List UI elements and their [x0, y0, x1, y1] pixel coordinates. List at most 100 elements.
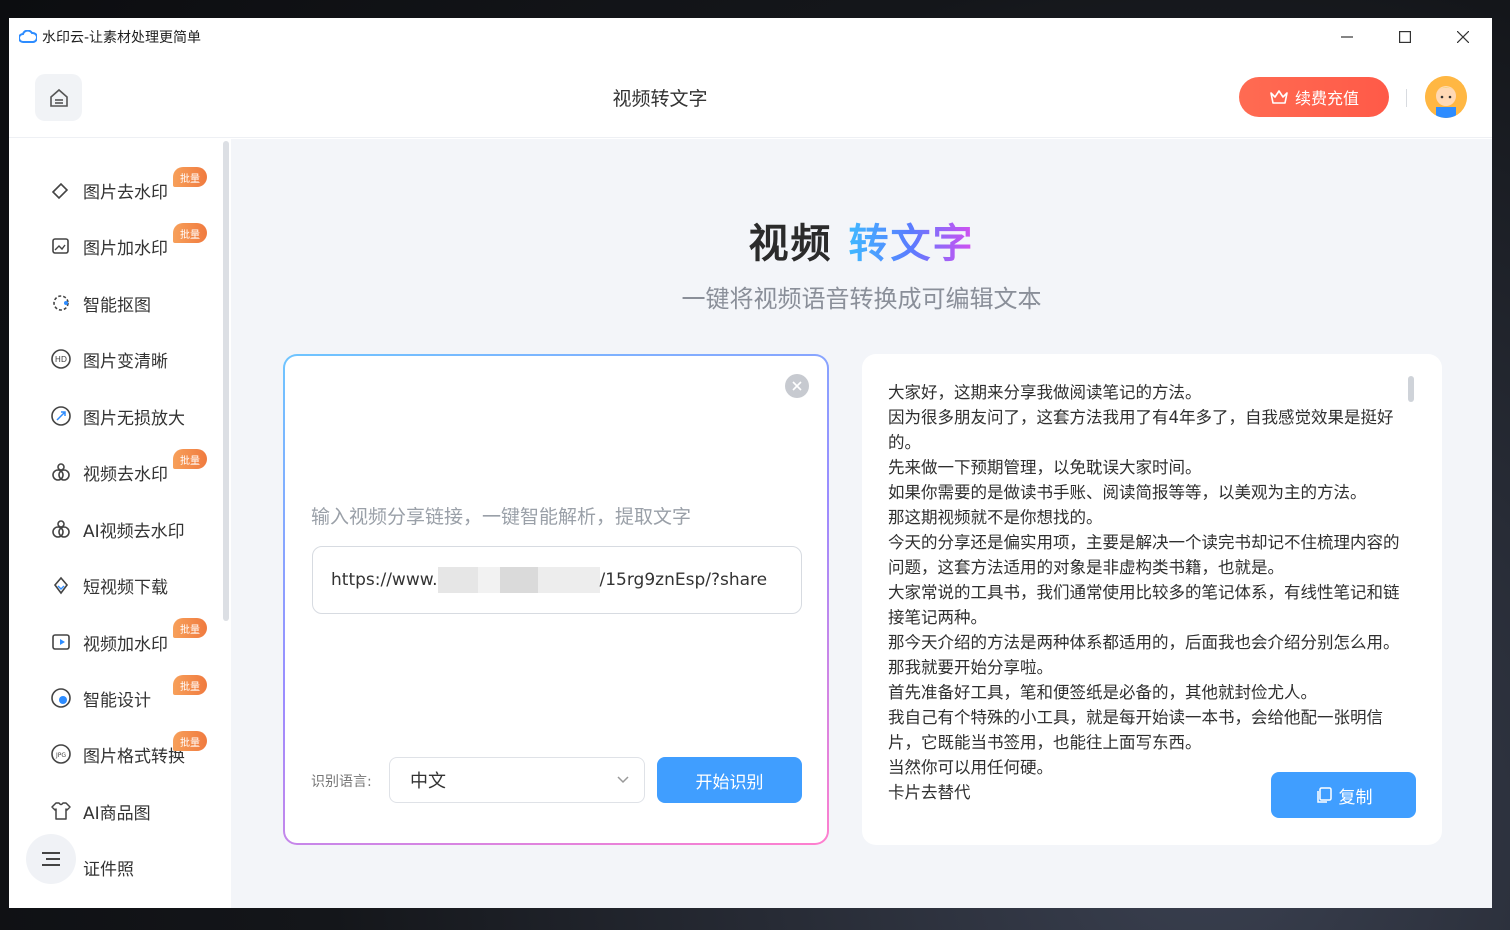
page-title: 视频转文字: [612, 88, 708, 110]
design-icon: [49, 686, 73, 710]
cloud-logo-icon: [18, 27, 38, 47]
sidebar-item-label: 视频加水印: [83, 634, 168, 655]
shirt-icon: [49, 799, 73, 823]
menu-collapse-icon: [42, 852, 60, 866]
download-icon: [49, 573, 73, 597]
language-label: 识别语言:: [311, 774, 372, 790]
sidebar-item-image-sharpen[interactable]: HD 图片变清晰: [49, 344, 168, 374]
sidebar-item-smart-design[interactable]: 智能设计: [49, 683, 151, 713]
video-add-icon: [49, 630, 73, 654]
sidebar-item-label: 图片无损放大: [83, 408, 185, 429]
result-card: 大家好，这期来分享我做阅读笔记的方法。因为很多朋友问了，这套方法我用了有4年多了…: [862, 354, 1442, 845]
language-select[interactable]: 中文: [389, 757, 645, 803]
eraser-icon: [49, 178, 73, 202]
sidebar-scrollbar[interactable]: [223, 141, 229, 621]
result-scrollbar[interactable]: [1408, 376, 1414, 402]
url-suffix: /15rg9znEsp/?share: [599, 570, 768, 590]
transcript-line: 今天的分享还是偏实用项，主要是解决一个读完书却记不住梳理内容的问题，这套方法适用…: [888, 533, 1400, 577]
app-title: 水印云-让素材处理更简单: [42, 30, 202, 46]
start-recognition-button[interactable]: 开始识别: [657, 757, 802, 803]
copy-button[interactable]: 复制: [1271, 772, 1416, 818]
redacted-url-mask: [437, 567, 600, 593]
maximize-button[interactable]: [1376, 18, 1434, 56]
batch-badge: 批量: [173, 675, 207, 695]
sidebar-item-smart-cutout[interactable]: 智能抠图: [49, 288, 151, 318]
copy-icon: [1316, 787, 1332, 803]
transcript-line: 那今天介绍的方法是两种体系都适用的，后面我也会介绍分别怎么用。: [888, 633, 1400, 652]
sidebar-item-label: 图片变清晰: [83, 351, 168, 372]
video-eraser-icon: [49, 460, 73, 484]
sidebar-item-label: 短视频下载: [83, 577, 168, 598]
svg-text:HD: HD: [55, 355, 67, 364]
header-divider: [1406, 89, 1407, 107]
batch-badge: 批量: [173, 223, 207, 243]
cutout-icon: [49, 291, 73, 315]
copy-label: 复制: [1338, 787, 1373, 808]
sidebar-item-label: 图片格式转换: [83, 746, 185, 767]
hero-subtitle: 一键将视频语音转换成可编辑文本: [681, 285, 1042, 313]
maximize-icon: [1399, 31, 1411, 43]
transcript-line: 那这期视频就不是你想找的。: [888, 508, 1103, 527]
transcript-line: 首先准备好工具，笔和便签纸是必备的，其他就封俭尤人。: [888, 683, 1317, 702]
batch-badge: 批量: [173, 167, 207, 187]
transcript-line: 先来做一下预期管理，以免耽误大家时间。: [888, 458, 1202, 477]
sidebar: 图片去水印 批量 图片加水印 批量 智能抠图 HD 图片变清晰 图片无损放大 视…: [9, 139, 231, 908]
sidebar-item-image-watermark-add[interactable]: 图片加水印: [49, 231, 168, 261]
batch-badge: 批量: [173, 449, 207, 469]
clear-button[interactable]: [785, 374, 809, 398]
sidebar-item-label: 视频去水印: [83, 464, 168, 485]
sidebar-item-label: AI视频去水印: [83, 521, 185, 542]
window-controls: [1318, 18, 1492, 56]
close-icon: [792, 381, 802, 391]
transcript-line: 因为很多朋友问了，这套方法我用了有4年多了，自我感觉效果是挺好的。: [888, 408, 1394, 452]
transcript-text[interactable]: 大家好，这期来分享我做阅读笔记的方法。因为很多朋友问了，这套方法我用了有4年多了…: [888, 380, 1406, 816]
video-url-input[interactable]: https://www. /15rg9znEsp/?share: [312, 546, 802, 614]
sidebar-item-label: 证件照: [83, 859, 134, 880]
recharge-label: 续费充值: [1294, 89, 1359, 108]
sidebar-item-video-watermark-add[interactable]: 视频加水印: [49, 627, 168, 657]
sidebar-item-label: AI商品图: [83, 803, 151, 824]
batch-badge: 批量: [173, 618, 207, 638]
sidebar-item-label: 智能设计: [83, 690, 151, 711]
sidebar-item-ai-product-image[interactable]: AI商品图: [49, 796, 151, 826]
header: 视频转文字 续费充值: [9, 56, 1492, 138]
sidebar-item-image-enlarge[interactable]: 图片无损放大: [49, 401, 185, 431]
batch-badge: 批量: [173, 731, 207, 751]
sidebar-item-video-watermark-remove[interactable]: 视频去水印: [49, 457, 168, 487]
input-hint: 输入视频分享链接，一键智能解析，提取文字: [311, 506, 692, 528]
transcript-line: 大家常说的工具书，我们通常使用比较多的笔记体系，有线性笔记和链接笔记两种。: [888, 583, 1400, 627]
hd-icon: HD: [49, 347, 73, 371]
sidebar-item-label: 图片去水印: [83, 182, 168, 203]
transcript-line: 那我就要开始分享啦。: [888, 658, 1053, 677]
crown-icon: [1270, 90, 1288, 104]
transcript-line: 我自己有个特殊的小工具，就是每开始读一本书，会给他配一张明信片，它既能当书签用，…: [888, 708, 1383, 752]
user-avatar[interactable]: [1425, 76, 1467, 118]
recharge-button[interactable]: 续费充值: [1239, 77, 1389, 117]
language-value: 中文: [410, 771, 446, 792]
minimize-icon: [1341, 36, 1353, 38]
image-add-icon: [49, 234, 73, 258]
transcript-line: 如果你需要的是做读书手账、阅读简报等等，以美观为主的方法。: [888, 483, 1367, 502]
link-input-card: 输入视频分享链接，一键智能解析，提取文字 https://www. /15rg9z…: [283, 354, 829, 845]
sidebar-item-label: 图片加水印: [83, 238, 168, 259]
minimize-button[interactable]: [1318, 18, 1376, 56]
svg-text:JPG: JPG: [55, 752, 66, 759]
jpg-icon: JPG: [49, 742, 73, 766]
title-bar: 水印云-让素材处理更简单: [9, 18, 1492, 56]
sidebar-item-image-watermark-remove[interactable]: 图片去水印: [49, 175, 168, 205]
chevron-down-icon: [617, 776, 629, 784]
ai-video-icon: [49, 517, 73, 541]
transcript-line: 大家好，这期来分享我做阅读笔记的方法。: [888, 383, 1202, 402]
enlarge-icon: [49, 404, 73, 428]
sidebar-item-image-format-convert[interactable]: JPG 图片格式转换: [49, 739, 185, 769]
hero-title: 视频 转文字: [748, 221, 975, 267]
sidebar-item-label: 智能抠图: [83, 295, 151, 316]
sidebar-item-short-video-download[interactable]: 短视频下载: [49, 570, 168, 600]
sidebar-item-ai-video-watermark-remove[interactable]: AI视频去水印: [49, 514, 185, 544]
collapse-sidebar-button[interactable]: [26, 834, 76, 884]
close-icon: [1457, 31, 1469, 43]
app-window: 水印云-让素材处理更简单 视频转文字 续费充值 图片去水印 批量 图片加水印 批…: [9, 18, 1492, 908]
main-content: 视频 转文字 一键将视频语音转换成可编辑文本 输入视频分享链接，一键智能解析，提…: [231, 139, 1492, 908]
url-prefix: https://www.: [331, 570, 438, 590]
close-window-button[interactable]: [1434, 18, 1492, 56]
